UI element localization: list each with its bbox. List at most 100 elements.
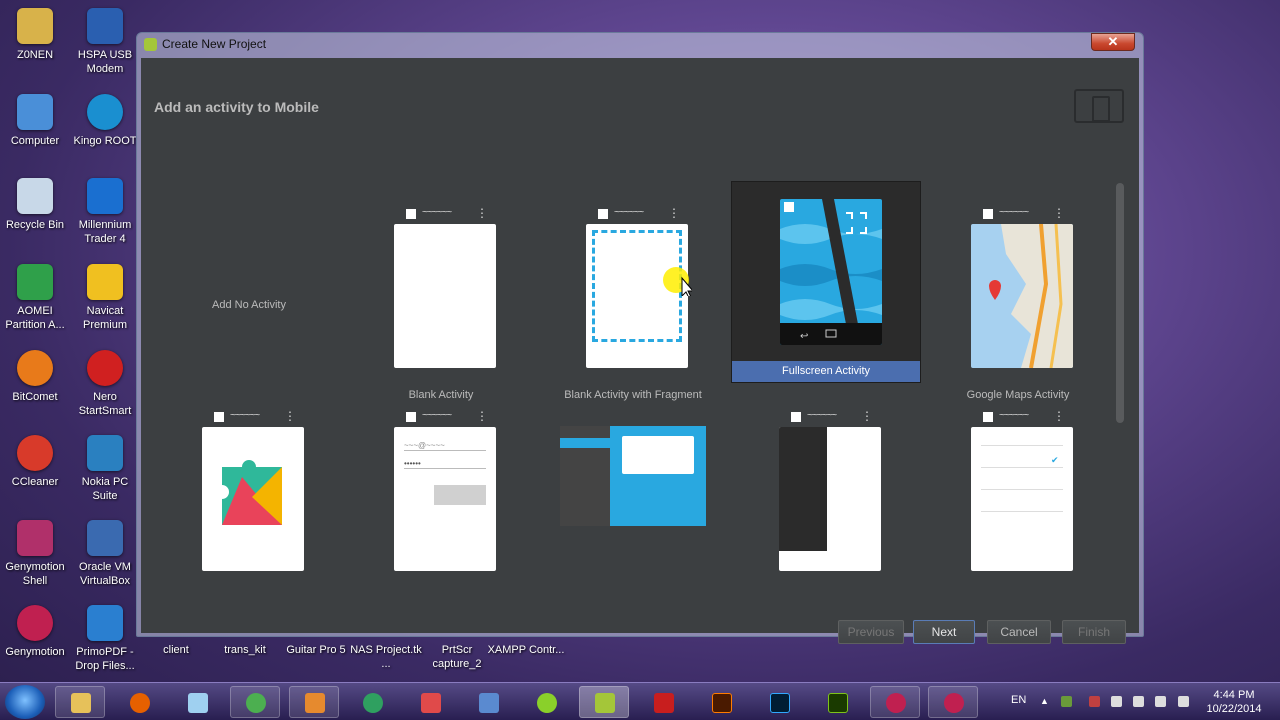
desktop-icon-zonen[interactable]: Z0NEN	[0, 8, 70, 62]
taskbar-photoshop[interactable]	[754, 686, 804, 718]
tile-label: Blank Activity with Fragment	[564, 389, 702, 401]
desktop-icon-label: Genymotion Shell	[5, 561, 65, 587]
desktop-icon-hspa-modem[interactable]: HSPA USB Modem	[70, 8, 140, 76]
tray-app-icon[interactable]	[1061, 696, 1072, 707]
desktop-icon-guitar-pro[interactable]: Guitar Pro 5	[276, 643, 356, 657]
android-studio-icon	[144, 38, 157, 51]
desktop-icon-bitcomet[interactable]: BitComet	[0, 350, 70, 404]
filezilla-icon	[654, 693, 674, 713]
taskbar-virtualbox[interactable]	[463, 686, 513, 718]
tile-fullscreen-activity[interactable]: ↩ Fullscreen Activity	[731, 181, 921, 383]
taskbar-genymotion-1[interactable]	[870, 686, 920, 718]
tile-navigation-drawer[interactable]: ~~~~~~ ⋮	[731, 407, 921, 587]
desktop-icon-nas-project[interactable]: NAS Project.tk ...	[346, 643, 426, 671]
tray-flag-icon[interactable]	[1111, 696, 1122, 707]
taskbar-eraser[interactable]	[405, 686, 455, 718]
window-titlebar[interactable]: Create New Project	[137, 33, 1143, 58]
desktop-icon-ccleaner[interactable]: CCleaner	[0, 435, 70, 489]
genymotion-icon	[944, 693, 964, 713]
taskbar-explorer[interactable]	[55, 686, 105, 718]
virtualbox-icon	[87, 520, 123, 556]
desktop-icon-navicat[interactable]: Navicat Premium	[70, 264, 140, 332]
desktop-icon-label: AOMEI Partition A...	[5, 305, 65, 331]
desktop-icon-recycle-bin[interactable]: Recycle Bin	[0, 178, 70, 232]
tray-display-icon[interactable]	[1133, 696, 1144, 707]
desktop-icon-label: HSPA USB Modem	[77, 49, 133, 75]
desktop-icon-trans-kit[interactable]: trans_kit	[205, 643, 285, 657]
tile-master-detail-flow[interactable]	[538, 407, 728, 587]
tile-blank-activity-fragment[interactable]: ~~~~~~ ⋮ Blank Activity with Fragment	[538, 204, 728, 406]
desktop-icon-nokia[interactable]: Nokia PC Suite	[70, 435, 140, 503]
genymotion-shell-icon	[17, 520, 53, 556]
tile-play-services[interactable]: ~~~~~~ ⋮	[154, 407, 344, 587]
tray-network-icon[interactable]	[1155, 696, 1166, 707]
phone-statusbar: ~~~~~~ ⋮	[971, 204, 1073, 224]
show-hidden-icons-icon[interactable]: ▲	[1040, 696, 1051, 707]
fragment-thumbnail	[586, 224, 688, 368]
folder-icon	[71, 693, 91, 713]
system-clock[interactable]: 4:44 PM 10/22/2014	[1198, 688, 1270, 716]
photoshop-icon	[770, 693, 790, 713]
desktop-icon-virtualbox[interactable]: Oracle VM VirtualBox	[70, 520, 140, 588]
next-button[interactable]: Next	[913, 620, 975, 644]
phone-statusbar: ~~~~~~ ⋮	[586, 204, 688, 224]
desktop-icon-primopdf[interactable]: PrimoPDF - Drop Files...	[70, 605, 140, 673]
tile-label: Google Maps Activity	[966, 389, 1070, 401]
tablet-phone-icon	[1074, 89, 1124, 123]
window-title: Create New Project	[162, 37, 267, 51]
phone-statusbar: ~~~~~~ ⋮	[971, 407, 1073, 427]
activity-gallery: Add No Activity ~~~~~~ ⋮ Blank Activity ~…	[154, 181, 1129, 591]
desktop-icon-computer[interactable]: Computer	[0, 94, 70, 148]
taskbar-atom[interactable]	[347, 686, 397, 718]
desktop-icon-label: PrtScr capture_2	[432, 644, 482, 670]
tile-label: Fullscreen Activity	[732, 361, 920, 382]
taskbar-android-studio[interactable]	[579, 686, 629, 718]
tile-settings-activity[interactable]: ~~~~~~ ⋮ ✔	[923, 407, 1113, 587]
desktop-icon-genymotion[interactable]: Genymotion	[0, 605, 70, 659]
desktop-icon-nero[interactable]: Nero StartSmart	[70, 350, 140, 418]
taskbar-dreamweaver[interactable]	[812, 686, 862, 718]
taskbar-notepad[interactable]	[172, 686, 222, 718]
desktop-icon-client[interactable]: client	[136, 643, 216, 657]
tile-add-no-activity[interactable]: Add No Activity	[154, 204, 344, 406]
taskbar-filezilla[interactable]	[638, 686, 688, 718]
nokia-icon	[87, 435, 123, 471]
taskbar-chrome[interactable]	[230, 686, 280, 718]
desktop-icon-label: CCleaner	[11, 476, 59, 488]
desktop-icon-millennium[interactable]: Millennium Trader 4	[70, 178, 140, 246]
cancel-button[interactable]: Cancel	[987, 620, 1051, 644]
desktop-icon-label: Computer	[10, 135, 60, 147]
ccleaner-icon	[17, 435, 53, 471]
finish-button[interactable]: Finish	[1062, 620, 1126, 644]
previous-button[interactable]: Previous	[838, 620, 904, 644]
desktop-icon-label: Z0NEN	[16, 49, 54, 61]
taskbar-sublime[interactable]	[289, 686, 339, 718]
taskbar-genymotion[interactable]	[521, 686, 571, 718]
settings-thumbnail: ✔	[971, 427, 1073, 571]
desktop-icon-label: Guitar Pro 5	[286, 644, 346, 656]
desktop-icon-label: Recycle Bin	[5, 219, 65, 231]
tile-google-maps-activity[interactable]: ~~~~~~ ⋮ Google Maps Activity	[923, 204, 1113, 406]
phone-statusbar: ~~~~~~ ⋮	[394, 407, 496, 427]
tile-login-activity[interactable]: ~~~~~~ ⋮ ~~~@~~~~ ••••••	[346, 407, 536, 587]
virtualbox-icon	[479, 693, 499, 713]
start-button[interactable]	[5, 685, 45, 719]
tray-tool-icon[interactable]	[1089, 696, 1100, 707]
desktop-icon-label: Navicat Premium	[82, 305, 127, 331]
recycle-bin-icon	[17, 178, 53, 214]
gallery-scrollbar[interactable]	[1116, 183, 1124, 423]
desktop-icon-prtscr[interactable]: PrtScr capture_2	[417, 643, 497, 671]
taskbar-firefox[interactable]	[114, 686, 164, 718]
desktop-icon-xampp[interactable]: XAMPP Contr...	[486, 643, 566, 657]
taskbar-genymotion-2[interactable]	[928, 686, 978, 718]
language-indicator[interactable]: EN	[1011, 694, 1026, 706]
desktop-icon-label: NAS Project.tk ...	[350, 644, 422, 670]
volume-icon[interactable]	[1178, 696, 1189, 707]
tile-blank-activity[interactable]: ~~~~~~ ⋮ Blank Activity	[346, 204, 536, 406]
close-button[interactable]: ✕	[1091, 33, 1135, 51]
desktop-icon-kingo-root[interactable]: Kingo ROOT	[70, 94, 140, 148]
desktop-icon-aomei[interactable]: AOMEI Partition A...	[0, 264, 70, 332]
desktop-icon-genymotion-shell[interactable]: Genymotion Shell	[0, 520, 70, 588]
taskbar-illustrator[interactable]	[696, 686, 746, 718]
clock-time: 4:44 PM	[1213, 689, 1255, 701]
